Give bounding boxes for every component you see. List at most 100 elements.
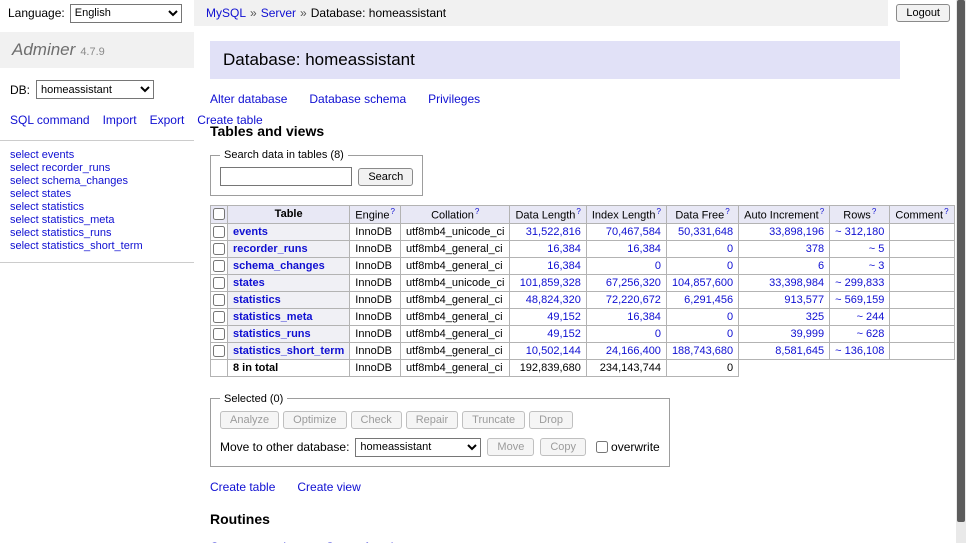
select-all-checkbox[interactable] [213, 208, 225, 220]
column-header-auto-increment[interactable]: Auto Increment? [739, 206, 830, 224]
selected-legend: Selected (0) [220, 393, 287, 405]
table-name-link[interactable]: recorder_runs [233, 243, 308, 255]
move-row: Move to other database: homeassistant Mo… [220, 438, 660, 457]
row-checkbox[interactable] [213, 260, 225, 272]
row-checkbox[interactable] [213, 243, 225, 255]
logout-area: Logout [896, 0, 956, 26]
table-name-link[interactable]: schema_changes [233, 260, 325, 272]
db-selector-row: DB: homeassistant [0, 68, 194, 107]
rows-cell[interactable]: ~ 136,108 [830, 342, 890, 359]
table-name-link[interactable]: statistics_short_term [233, 345, 344, 357]
column-header-data-free[interactable]: Data Free? [666, 206, 738, 224]
rows-cell[interactable]: ~ 628 [830, 325, 890, 342]
truncate-button[interactable]: Truncate [462, 411, 525, 429]
help-icon[interactable]: ? [944, 207, 948, 216]
search-button[interactable]: Search [358, 168, 413, 186]
help-icon[interactable]: ? [872, 207, 876, 216]
rows-cell[interactable]: ~ 299,833 [830, 274, 890, 291]
table-row: recorder_runsInnoDButf8mb4_general_ci16,… [211, 240, 955, 257]
row-checkbox-cell [211, 308, 228, 325]
logout-button[interactable]: Logout [896, 4, 950, 22]
sidebar-table-link[interactable]: select statistics_runs [10, 227, 184, 240]
check-button[interactable]: Check [351, 411, 402, 429]
scrollbar-thumb[interactable] [957, 0, 965, 522]
row-checkbox[interactable] [213, 294, 225, 306]
vertical-scrollbar[interactable] [956, 0, 966, 543]
total-name-cell: 8 in total [228, 359, 350, 376]
sidebar-table-link[interactable]: select statistics_meta [10, 214, 184, 227]
row-checkbox[interactable] [213, 345, 225, 357]
data-length-cell: 49,152 [510, 308, 586, 325]
db-link-privileges[interactable]: Privileges [428, 92, 480, 106]
help-icon[interactable]: ? [391, 207, 395, 216]
rows-cell[interactable]: ~ 3 [830, 257, 890, 274]
sidebar-link-export[interactable]: Export [150, 113, 185, 127]
search-input[interactable] [220, 167, 352, 186]
table-name-link[interactable]: states [233, 277, 265, 289]
data-free-cell: 0 [666, 257, 738, 274]
copy-button[interactable]: Copy [540, 438, 586, 456]
table-row: statesInnoDButf8mb4_unicode_ci101,859,32… [211, 274, 955, 291]
move-button[interactable]: Move [487, 438, 534, 456]
repair-button[interactable]: Repair [406, 411, 458, 429]
row-checkbox[interactable] [213, 226, 225, 238]
table-name-link[interactable]: statistics_runs [233, 328, 311, 340]
sidebar-table-link[interactable]: select statistics_short_term [10, 240, 184, 253]
help-icon[interactable]: ? [820, 207, 824, 216]
table-name-link[interactable]: statistics [233, 294, 281, 306]
drop-button[interactable]: Drop [529, 411, 573, 429]
column-header-table[interactable]: Table [228, 206, 350, 224]
help-icon[interactable]: ? [475, 207, 479, 216]
sidebar-link-import[interactable]: Import [103, 113, 137, 127]
help-icon[interactable]: ? [576, 207, 580, 216]
data-length-cell: 48,824,320 [510, 291, 586, 308]
index-length-cell: 16,384 [586, 240, 666, 257]
move-db-select[interactable]: homeassistant [355, 438, 481, 457]
help-icon[interactable]: ? [725, 207, 729, 216]
table-name-link[interactable]: events [233, 226, 268, 238]
db-select[interactable]: homeassistant [36, 80, 154, 99]
rows-cell[interactable]: ~ 5 [830, 240, 890, 257]
rows-cell[interactable]: ~ 312,180 [830, 223, 890, 240]
sidebar-table-link[interactable]: select recorder_runs [10, 162, 184, 175]
app-header: Adminer4.7.9 [0, 32, 194, 68]
create-link-create-table[interactable]: Create table [210, 480, 275, 494]
sidebar-table-link[interactable]: select schema_changes [10, 175, 184, 188]
sidebar-table-link[interactable]: select statistics [10, 201, 184, 214]
column-header-engine[interactable]: Engine? [350, 206, 401, 224]
row-checkbox[interactable] [213, 328, 225, 340]
row-checkbox-cell [211, 274, 228, 291]
sidebar-table-link[interactable]: select events [10, 149, 184, 162]
sidebar-table-link[interactable]: select states [10, 188, 184, 201]
row-checkbox[interactable] [213, 311, 225, 323]
column-header-comment[interactable]: Comment? [890, 206, 954, 224]
optimize-button[interactable]: Optimize [283, 411, 346, 429]
create-link-create-view[interactable]: Create view [297, 480, 360, 494]
db-link-database-schema[interactable]: Database schema [309, 92, 406, 106]
analyze-button[interactable]: Analyze [220, 411, 279, 429]
rows-cell[interactable]: ~ 244 [830, 308, 890, 325]
language-select[interactable]: English [70, 4, 182, 23]
sidebar-link-sql-command[interactable]: SQL command [10, 113, 90, 127]
row-checkbox[interactable] [213, 277, 225, 289]
overwrite-checkbox[interactable] [596, 441, 608, 453]
column-header-index-length[interactable]: Index Length? [586, 206, 666, 224]
breadcrumb-link-mysql[interactable]: MySQL [206, 6, 246, 20]
column-header-data-length[interactable]: Data Length? [510, 206, 586, 224]
table-name-cell: states [228, 274, 350, 291]
move-label: Move to other database: [220, 440, 349, 454]
column-header-collation[interactable]: Collation? [401, 206, 510, 224]
breadcrumb-link-server[interactable]: Server [261, 6, 296, 20]
routine-link-create-function[interactable]: Create function [325, 540, 406, 543]
collation-cell: utf8mb4_unicode_ci [401, 223, 510, 240]
column-header-rows[interactable]: Rows? [830, 206, 890, 224]
table-name-link[interactable]: statistics_meta [233, 311, 313, 323]
total-checkbox-cell [211, 359, 228, 376]
help-icon[interactable]: ? [656, 207, 660, 216]
breadcrumb-separator: » [300, 6, 307, 20]
auto-increment-cell: 33,398,984 [739, 274, 830, 291]
table-row: statistics_runsInnoDButf8mb4_general_ci4… [211, 325, 955, 342]
routine-link-create-procedure[interactable]: Create procedure [210, 540, 303, 543]
db-link-alter-database[interactable]: Alter database [210, 92, 287, 106]
rows-cell[interactable]: ~ 569,159 [830, 291, 890, 308]
